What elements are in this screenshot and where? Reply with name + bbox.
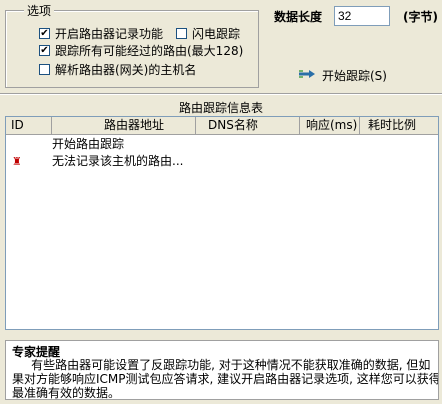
col-dns-name[interactable]: DNS名称 (196, 117, 300, 134)
flash-trace-check[interactable] (176, 27, 187, 39)
record-route-checkbox[interactable]: ✔ 开启路由器记录功能 (39, 25, 163, 41)
row-text: 无法记录该主机的路由... (52, 154, 184, 168)
col-time-ratio[interactable]: 耗时比例 (360, 117, 438, 134)
flash-trace-checkbox[interactable]: 闪电跟踪 (176, 25, 240, 41)
record-route-label: 开启路由器记录功能 (55, 26, 164, 41)
options-title: 选项 (24, 4, 55, 18)
top-separator (0, 93, 442, 95)
table-row[interactable]: 开始路由跟踪 (52, 136, 124, 152)
flash-trace-label: 闪电跟踪 (192, 26, 241, 41)
expert-text-line-3: 最准确有效的数据。 (12, 386, 121, 400)
error-flag-icon: ♜ (12, 155, 22, 168)
expert-text-line-1: 有些路由器可能设置了反跟踪功能, 对于这种情况不能获取准确的数据, 但如 (12, 358, 431, 372)
data-length-unit: (字节) (403, 10, 438, 24)
expert-panel: 专家提醒 有些路由器可能设置了反跟踪功能, 对于这种情况不能获取准确的数据, 但… (5, 340, 439, 400)
resolve-names-check[interactable] (39, 63, 50, 75)
col-id[interactable]: ID (6, 117, 52, 134)
trace-all-label: 跟踪所有可能经过的路由(最大128) (55, 43, 244, 58)
row-text: 开始路由跟踪 (52, 137, 125, 151)
table-header: ID 路由器地址 DNS名称 响应(ms) 耗时比例 (6, 117, 438, 135)
trace-all-checkbox[interactable]: ✔ 跟踪所有可能经过的路由(最大128) (39, 42, 243, 58)
table-title: 路由跟踪信息表 (178, 101, 263, 115)
resolve-names-label: 解析路由器(网关)的主机名 (55, 62, 197, 77)
col-router-address[interactable]: 路由器地址 (52, 117, 196, 134)
col-response[interactable]: 响应(ms) (300, 117, 360, 134)
start-trace-button[interactable]: 开始跟踪(S) (298, 66, 387, 84)
record-route-check[interactable]: ✔ (39, 27, 50, 39)
arrow-right-icon (298, 68, 316, 82)
start-trace-label: 开始跟踪(S) (322, 68, 387, 83)
trace-all-check[interactable]: ✔ (39, 44, 50, 56)
data-length-input[interactable] (334, 6, 390, 26)
table-row[interactable]: 无法记录该主机的路由... (52, 153, 183, 169)
expert-text-line-2: 果对方能够响应ICMP测试包应答请求, 建议开启路由器记录选项, 这样您可以获得 (12, 372, 439, 386)
resolve-names-checkbox[interactable]: 解析路由器(网关)的主机名 (39, 61, 196, 77)
data-length-label: 数据长度 (274, 10, 323, 24)
route-table: ID 路由器地址 DNS名称 响应(ms) 耗时比例 开始路由跟踪 ♜ 无法记录… (5, 116, 439, 330)
